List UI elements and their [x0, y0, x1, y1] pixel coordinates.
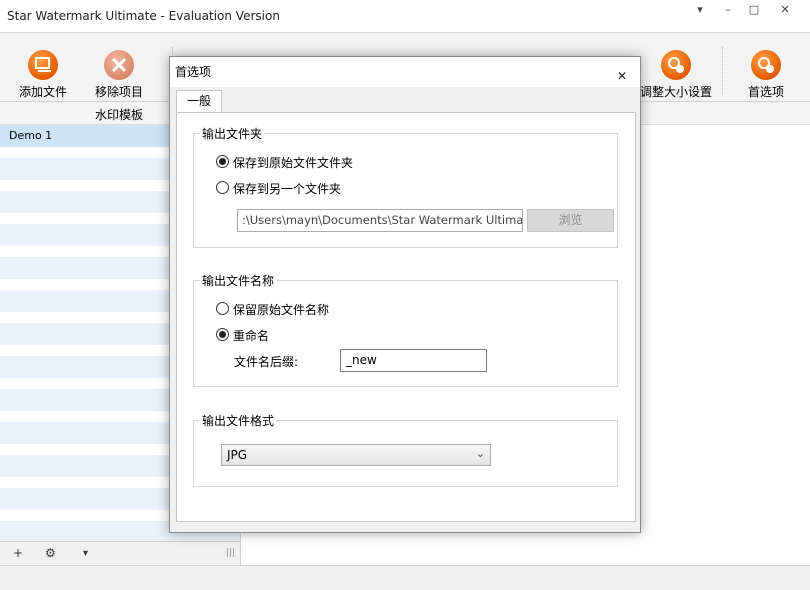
output-folder-title: 输出文件夹 [200, 125, 265, 142]
radio-label: 保存到原始文件文件夹 [233, 156, 354, 170]
output-folder-group: 输出文件夹 保存到原始文件文件夹 保存到另一个文件夹 :\Users\mayn\… [193, 125, 618, 248]
radio-selected-icon [216, 328, 229, 341]
radio-unselected-icon [216, 302, 229, 315]
general-tab-page: 输出文件夹 保存到原始文件文件夹 保存到另一个文件夹 :\Users\mayn\… [176, 112, 636, 522]
chevron-down-icon[interactable]: ▾ [83, 548, 88, 559]
title-bar: Star Watermark Ultimate - Evaluation Ver… [0, 0, 810, 33]
output-format-title: 输出文件格式 [200, 412, 277, 429]
add-file-icon [28, 50, 58, 80]
output-format-group: 输出文件格式 JPG ⌄ [193, 412, 618, 487]
tab-general[interactable]: 一般 [176, 90, 222, 113]
status-bar [0, 565, 810, 590]
resize-settings-button[interactable]: 调整大小设置 [636, 33, 716, 102]
window-title: Star Watermark Ultimate - Evaluation Ver… [7, 9, 280, 23]
dialog-close-button[interactable]: ✕ [612, 59, 634, 83]
remove-item-label: 移除项目 [94, 85, 143, 99]
output-folder-path-field[interactable]: :\Users\mayn\Documents\Star Watermark Ul… [237, 209, 523, 232]
radio-selected-icon [216, 155, 229, 168]
output-format-select[interactable]: JPG ⌄ [221, 444, 491, 466]
add-file-label: 添加文件 [18, 85, 67, 99]
output-name-title: 输出文件名称 [200, 272, 277, 289]
list-bottom-bar: + ⚙ ▾ ||| [0, 541, 240, 565]
remove-item-button[interactable]: 移除项目 [84, 33, 154, 102]
chevron-down-icon: ⌄ [475, 447, 485, 460]
maximize-button[interactable]: □ [741, 2, 767, 18]
suffix-input[interactable]: _new [340, 349, 487, 372]
add-file-button[interactable]: 添加文件 [8, 33, 78, 102]
preferences-button[interactable]: 首选项 [730, 33, 802, 102]
close-button[interactable]: ✕ [772, 2, 798, 18]
output-format-value: JPG [227, 448, 248, 462]
dialog-title: 首选项 [175, 65, 212, 79]
pin-button[interactable]: ▾ [687, 2, 713, 18]
radio-unselected-icon [216, 181, 229, 194]
remove-icon [104, 50, 134, 80]
output-name-group: 输出文件名称 保留原始文件名称 重命名 文件名后缀: _new [193, 272, 618, 387]
preferences-label: 首选项 [747, 85, 784, 99]
radio-label: 保留原始文件名称 [233, 303, 330, 317]
add-template-button[interactable]: + [13, 546, 23, 560]
suffix-label: 文件名后缀: [234, 355, 299, 369]
radio-label: 重命名 [233, 329, 270, 343]
radio-label: 保存到另一个文件夹 [233, 182, 342, 196]
template-column-label: 水印模板 [95, 108, 144, 122]
minimize-button[interactable]: – [715, 2, 741, 18]
close-icon: ✕ [617, 69, 628, 83]
preferences-dialog: 首选项 ✕ 一般 输出文件夹 保存到原始文件文件夹 保存到另一个文件夹 :\Us… [169, 56, 641, 533]
toolbar-divider [722, 47, 723, 95]
gear-icon [751, 50, 781, 80]
settings-icon[interactable]: ⚙ [45, 546, 56, 560]
browse-button[interactable]: 浏览 [527, 209, 614, 232]
dialog-title-bar: 首选项 ✕ [170, 57, 640, 87]
splitter-grip[interactable]: ||| [226, 548, 235, 558]
resize-settings-label: 调整大小设置 [639, 85, 712, 99]
gear-icon [661, 50, 691, 80]
list-item-label: Demo 1 [9, 129, 53, 142]
